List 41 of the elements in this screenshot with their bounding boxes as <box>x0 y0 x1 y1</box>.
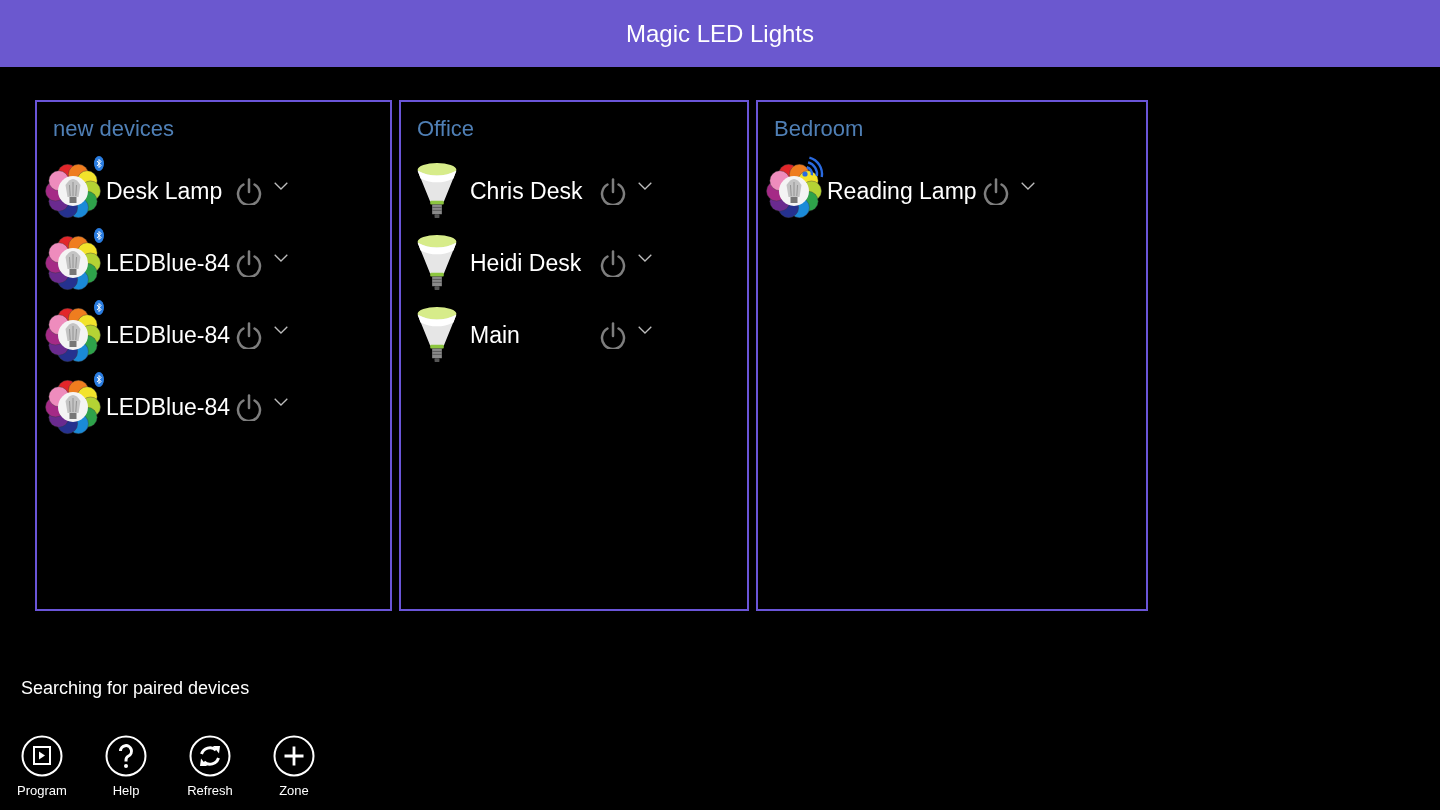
status-text: Searching for paired devices <box>21 677 250 700</box>
color-bulb-icon <box>45 379 101 435</box>
refresh-button[interactable]: Refresh <box>168 733 252 802</box>
power-icon[interactable] <box>600 177 626 205</box>
power-icon[interactable] <box>600 321 626 349</box>
device-name: LEDBlue-84 <box>106 249 231 277</box>
chevron-down-icon[interactable] <box>274 326 289 334</box>
zone-title: Office <box>417 115 475 143</box>
add-zone-button[interactable]: Zone <box>252 733 336 802</box>
power-icon[interactable] <box>236 393 263 421</box>
device-name: LEDBlue-84 <box>106 321 231 349</box>
chevron-down-icon[interactable] <box>274 398 289 406</box>
plus-icon <box>273 735 315 777</box>
chevron-down-icon[interactable] <box>638 254 652 262</box>
color-bulb-icon <box>45 163 101 219</box>
device-name: LEDBlue-84 <box>106 393 231 421</box>
device-name: Heidi Desk <box>470 249 583 277</box>
program-button[interactable]: Program <box>0 733 84 802</box>
device-name: Chris Desk <box>470 177 584 205</box>
power-icon[interactable] <box>236 249 263 277</box>
device-name: Desk Lamp <box>106 177 224 205</box>
color-bulb-icon <box>766 163 822 219</box>
power-icon[interactable] <box>236 321 263 349</box>
chevron-down-icon[interactable] <box>274 254 289 262</box>
chevron-down-icon[interactable] <box>638 326 652 334</box>
help-button[interactable]: Help <box>84 733 168 802</box>
chevron-down-icon[interactable] <box>1020 182 1035 190</box>
zone-title: Bedroom <box>774 115 864 143</box>
app-title: Magic LED Lights <box>625 19 815 48</box>
power-icon[interactable] <box>982 177 1009 205</box>
chevron-down-icon[interactable] <box>274 182 288 190</box>
color-bulb-icon <box>45 235 101 291</box>
zone-title: new devices <box>53 115 175 143</box>
help-icon <box>105 735 147 777</box>
power-icon[interactable] <box>600 249 626 277</box>
color-bulb-icon <box>45 307 101 363</box>
refresh-icon <box>189 735 231 777</box>
device-name: Main <box>470 321 521 349</box>
chevron-down-icon[interactable] <box>638 182 652 190</box>
power-icon[interactable] <box>236 177 262 205</box>
device-name: Reading Lamp <box>827 177 977 205</box>
